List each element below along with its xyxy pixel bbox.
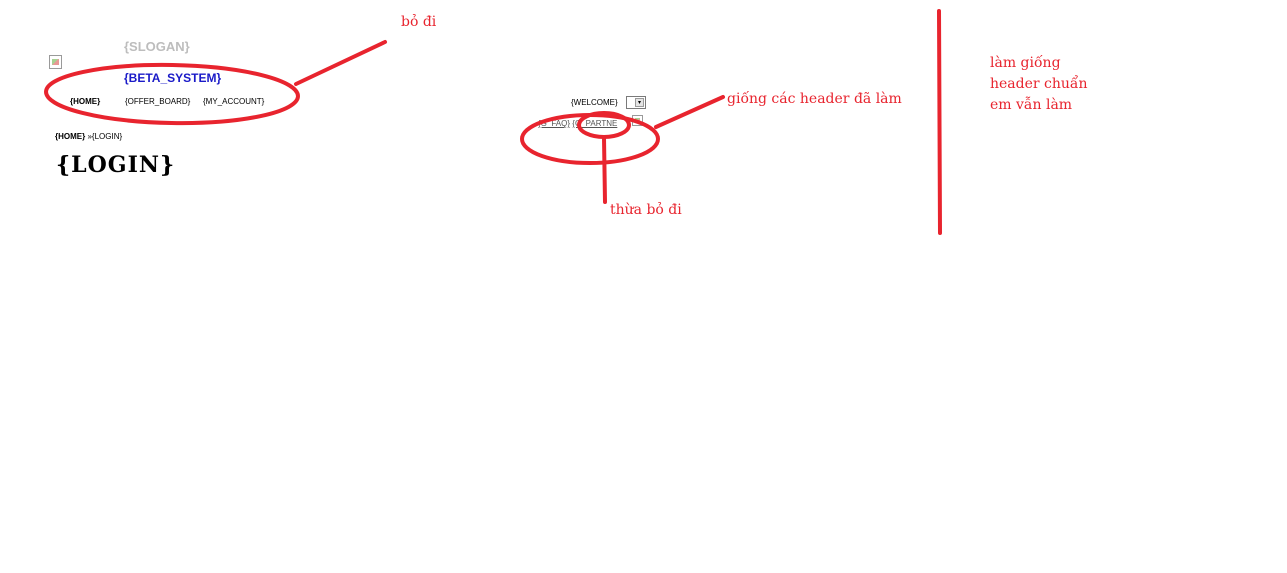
annotation-divider-line — [937, 9, 942, 235]
annotation-overlay — [44, 9, 942, 235]
annotation-same-headers: giống các header đã làm — [727, 91, 902, 107]
annotation-remove-top: bỏ đi — [401, 14, 437, 30]
annotation-ellipse-links — [520, 113, 660, 165]
annotation-pointer-right — [654, 95, 725, 129]
annotation-right-line-3: em vẫn làm — [990, 97, 1073, 113]
annotation-right-line-2: header chuẩn — [990, 76, 1088, 92]
annotation-redundant: thừa bỏ đi — [610, 202, 682, 218]
annotation-ellipse-header — [44, 62, 300, 126]
annotation-pointer-down — [602, 136, 607, 204]
annotation-pointer-top — [294, 40, 387, 86]
annotation-right-note: làm giống header chuẩn em vẫn làm — [990, 53, 1088, 116]
annotation-right-line-1: làm giống — [990, 55, 1061, 71]
